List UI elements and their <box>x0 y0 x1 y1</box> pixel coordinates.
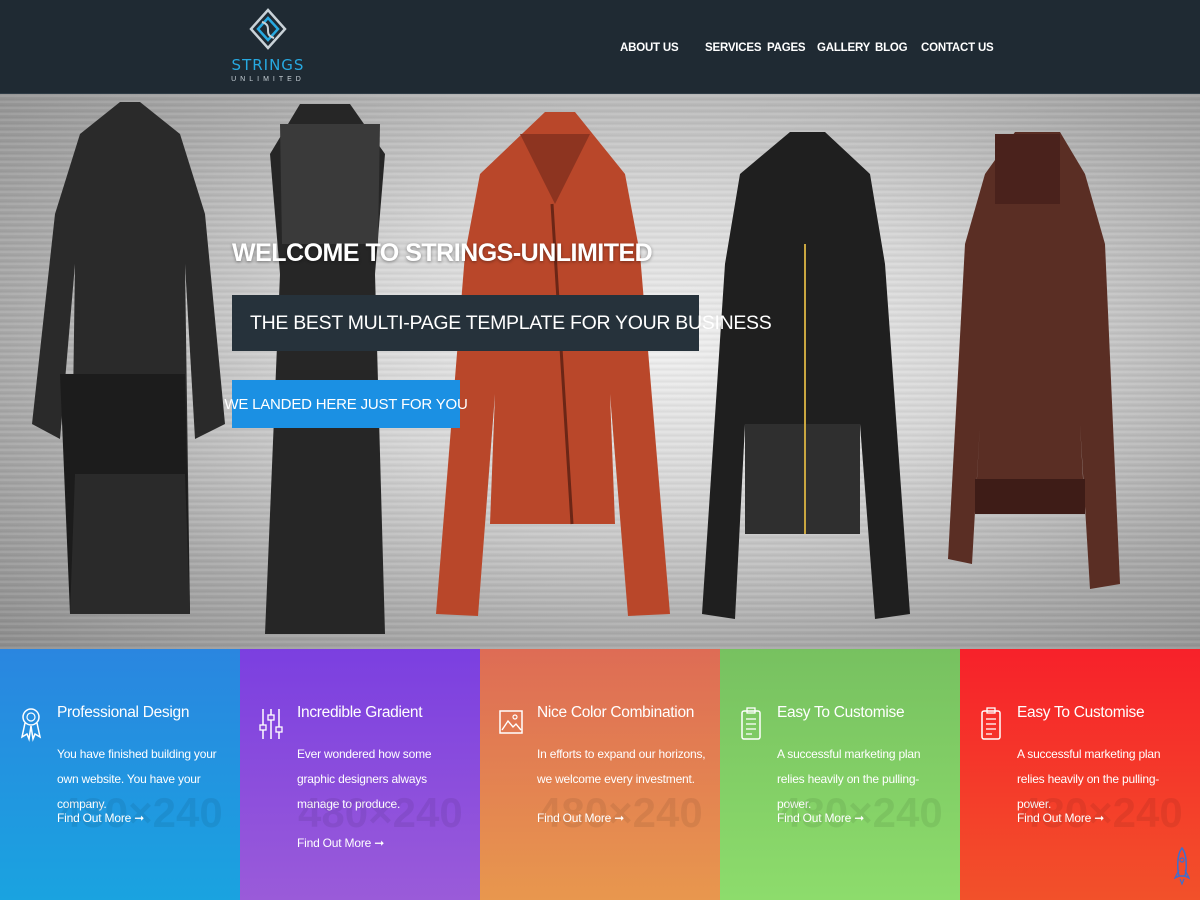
nav-contact-us[interactable]: CONTACT US <box>921 38 994 58</box>
hero-banner: WELCOME TO STRINGS-UNLIMITED THE BEST MU… <box>0 94 1200 649</box>
feature-title: Professional Design <box>57 704 190 721</box>
feature-card-nice-color-combination: Nice Color Combination In efforts to exp… <box>480 649 720 900</box>
nav-blog[interactable]: BLOG <box>875 38 908 58</box>
image-icon <box>499 710 523 734</box>
sliders-icon <box>259 709 283 739</box>
features-row: Professional Design You have finished bu… <box>0 649 1200 900</box>
feature-card-professional-design: Professional Design You have finished bu… <box>0 649 240 900</box>
logo-subtext: UNLIMITED <box>231 76 305 83</box>
site-logo[interactable]: STRINGS UNLIMITED <box>228 6 308 88</box>
find-out-more-link[interactable]: Find Out More ➞ <box>57 811 144 825</box>
logo-text: STRINGS <box>231 56 305 74</box>
feature-title: Easy To Customise <box>1017 704 1145 721</box>
nav-about-us[interactable]: ABOUT US <box>620 38 684 58</box>
site-header: STRINGS UNLIMITED ABOUT US SERVICES PAGE… <box>0 0 1200 94</box>
arrow-right-icon: ➞ <box>1094 811 1105 825</box>
nav-gallery[interactable]: GALLERY <box>817 38 870 58</box>
clipboard-icon <box>981 707 1001 740</box>
nav-pages[interactable]: PAGES <box>767 38 806 58</box>
feature-title: Easy To Customise <box>777 704 905 721</box>
arrow-right-icon: ➞ <box>134 811 145 825</box>
find-out-more-link[interactable]: Find Out More ➞ <box>297 836 384 850</box>
jackets-image <box>32 102 1120 634</box>
main-nav: ABOUT US SERVICES PAGES GALLERY BLOG CON… <box>620 38 994 58</box>
feature-card-easy-to-customise: Easy To Customise A successful marketing… <box>720 649 960 900</box>
feature-card-easy-to-customise-2: Easy To Customise A successful marketing… <box>960 649 1200 900</box>
rocket-icon[interactable] <box>1174 846 1190 886</box>
hero-cta-button[interactable]: WE LANDED HERE JUST FOR YOU <box>224 380 468 428</box>
feature-title: Nice Color Combination <box>537 704 695 721</box>
clipboard-icon <box>741 707 761 740</box>
find-out-more-link[interactable]: Find Out More ➞ <box>1017 811 1104 825</box>
feature-card-incredible-gradient: Incredible Gradient Ever wondered how so… <box>240 649 480 900</box>
arrow-right-icon: ➞ <box>614 811 625 825</box>
find-out-more-link[interactable]: Find Out More ➞ <box>537 811 624 825</box>
feature-title: Incredible Gradient <box>297 704 423 721</box>
arrow-right-icon: ➞ <box>374 836 385 850</box>
nav-services[interactable]: SERVICES <box>705 38 762 58</box>
logo-diamond-icon <box>249 8 287 50</box>
find-out-more-link[interactable]: Find Out More ➞ <box>777 811 864 825</box>
image-placeholder-watermark: 480×240 <box>298 789 463 836</box>
hero-subtitle: THE BEST MULTI-PAGE TEMPLATE FOR YOUR BU… <box>232 295 772 351</box>
hero-title: WELCOME TO STRINGS-UNLIMITED <box>232 239 653 267</box>
award-icon <box>20 708 42 742</box>
arrow-right-icon: ➞ <box>854 811 865 825</box>
feature-text: In efforts to expand our horizons, we we… <box>537 747 706 786</box>
